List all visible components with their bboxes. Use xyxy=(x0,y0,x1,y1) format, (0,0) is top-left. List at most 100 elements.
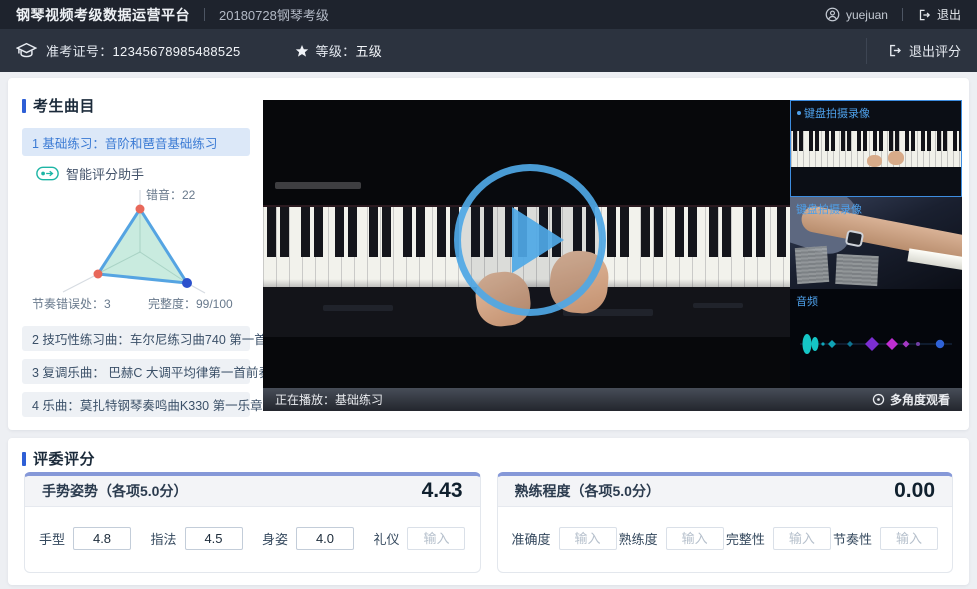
thumbnail-audio[interactable]: 音频 xyxy=(790,289,962,388)
sheet-music-shape xyxy=(795,246,829,284)
level-value: 五级 xyxy=(355,44,382,59)
thumbnail-keyboard-side-view[interactable]: 键盘拍摄录像 xyxy=(790,197,962,289)
judge-scoring-card: 评委评分 手势姿势（各项5.0分） 4.43 手型 指法 xyxy=(8,438,969,585)
score-input-fingering[interactable] xyxy=(185,527,243,550)
score-field-proficiency: 熟练度 xyxy=(619,527,724,550)
exit-scoring-label: 退出评分 xyxy=(909,41,961,60)
audio-waveform xyxy=(798,329,954,359)
logout-icon xyxy=(887,43,902,58)
sheet-music-shape xyxy=(835,254,879,286)
app-title: 钢琴视频考级数据运营平台 xyxy=(16,5,190,25)
score-radar-chart: 错音：22 节奏错误处：3 完整度：99/100 xyxy=(30,188,244,313)
level-text: 等级：五级 xyxy=(316,41,383,60)
toggle-switch-icon xyxy=(36,166,59,181)
camera-thumbnails: 键盘拍摄录像 键盘拍摄录像 xyxy=(790,100,962,388)
field-label: 准确度 xyxy=(512,529,551,548)
now-playing-text: 正在播放：基础练习 xyxy=(275,391,383,408)
song-list-title: 考生曲目 xyxy=(33,95,95,116)
ticket-number-text: 准考证号：12345678985488525 xyxy=(46,41,241,60)
app-window: 钢琴视频考级数据运营平台 20180728钢琴考级 yuejuan 退出 xyxy=(0,0,977,589)
score-input-hand-shape[interactable] xyxy=(73,527,131,550)
wristwatch-shape xyxy=(845,230,865,248)
panel-gesture-posture: 手势姿势（各项5.0分） 4.43 手型 指法 身姿 xyxy=(24,472,481,573)
main-video[interactable] xyxy=(263,100,790,388)
song-item-3[interactable]: 3 复调乐曲： 巴赫C 大调平均律第一首前奏曲 xyxy=(22,359,250,384)
scoring-header: 评委评分 xyxy=(22,448,95,469)
star-icon xyxy=(295,44,309,58)
song-item-1[interactable]: 1 基础练习：音阶和琶音基础练习 xyxy=(22,128,250,156)
thumbnail-label: 音频 xyxy=(796,293,818,309)
score-input-accuracy[interactable] xyxy=(559,527,617,550)
panel-header: 熟练程度（各项5.0分） 0.00 xyxy=(498,476,953,507)
level-label: 等级： xyxy=(316,44,356,59)
panel-header: 手势姿势（各项5.0分） 4.43 xyxy=(25,476,480,507)
thumbnail-label: 键盘拍摄录像 xyxy=(797,105,870,121)
radar-label-completeness: 完整度：99/100 xyxy=(148,295,233,312)
ai-score-assistant-toggle[interactable]: 智能评分助手 xyxy=(36,164,144,183)
divider xyxy=(204,8,205,21)
thumbnail-keyboard-top-view[interactable]: 键盘拍摄录像 xyxy=(790,100,962,197)
multi-angle-button[interactable]: 多角度观看 xyxy=(872,391,950,408)
score-field-hand-shape: 手型 xyxy=(39,527,131,550)
section-accent-bar xyxy=(22,452,26,466)
logout-icon xyxy=(917,8,931,22)
song-list-header: 考生曲目 xyxy=(22,95,95,116)
logout-label: 退出 xyxy=(937,6,961,23)
field-label: 身姿 xyxy=(262,529,288,548)
score-field-etiquette: 礼仪 xyxy=(373,527,465,550)
song-item-2[interactable]: 2 技巧性练习曲：车尔尼练习曲740 第一首 xyxy=(22,326,250,351)
panel-body: 准确度 熟练度 完整性 节奏性 xyxy=(498,507,953,569)
session-title: 20180728钢琴考级 xyxy=(219,5,329,24)
mini-black-keys xyxy=(791,131,961,151)
assistant-label: 智能评分助手 xyxy=(66,164,144,183)
radar-label-rhythm-errors: 节奏错误处：3 xyxy=(32,295,111,312)
video-watermark xyxy=(275,182,361,189)
ticket-label: 准考证号： xyxy=(46,44,113,59)
score-input-posture[interactable] xyxy=(296,527,354,550)
username[interactable]: yuejuan xyxy=(846,8,888,22)
song-item-label: 2 技巧性练习曲：车尔尼练习曲740 第一首 xyxy=(32,329,267,348)
panel-body: 手型 指法 身姿 礼仪 xyxy=(25,507,480,569)
divider xyxy=(902,8,903,21)
top-bar: 钢琴视频考级数据运营平台 20180728钢琴考级 yuejuan 退出 xyxy=(0,0,977,29)
score-input-proficiency[interactable] xyxy=(666,527,724,550)
score-input-rhythm[interactable] xyxy=(880,527,938,550)
score-input-completeness[interactable] xyxy=(773,527,831,550)
panel-title: 熟练程度（各项5.0分） xyxy=(515,481,660,501)
panel-total-score: 4.43 xyxy=(422,479,463,503)
radar-label-wrong-notes: 错音：22 xyxy=(146,186,195,203)
field-label: 手型 xyxy=(39,529,65,548)
score-input-etiquette[interactable] xyxy=(407,527,465,550)
logout-button[interactable]: 退出 xyxy=(917,6,961,23)
song-item-label: 3 复调乐曲： 巴赫C 大调平均律第一首前奏曲 xyxy=(32,362,283,381)
exam-info-bar: 准考证号：12345678985488525 等级：五级 退出评分 xyxy=(0,29,977,72)
mini-hand xyxy=(888,151,904,165)
graduation-cap-icon xyxy=(16,42,37,59)
score-panels: 手势姿势（各项5.0分） 4.43 手型 指法 身姿 xyxy=(24,472,953,573)
video-player: 键盘拍摄录像 键盘拍摄录像 xyxy=(263,100,962,411)
ticket-number: 12345678985488525 xyxy=(113,44,241,59)
panel-total-score: 0.00 xyxy=(894,479,935,503)
section-accent-bar xyxy=(22,99,26,113)
divider xyxy=(866,38,867,64)
player-status-bar: 正在播放：基础练习 多角度观看 xyxy=(263,388,962,411)
song-item-label: 4 乐曲：莫扎特钢琴奏鸣曲K330 第一乐章 xyxy=(32,395,263,414)
field-label: 熟练度 xyxy=(619,529,658,548)
field-label: 指法 xyxy=(150,529,176,548)
score-field-posture: 身姿 xyxy=(262,527,354,550)
exam-playback-card: 考生曲目 1 基础练习：音阶和琶音基础练习 智能评分助手 xyxy=(8,78,969,430)
panel-proficiency: 熟练程度（各项5.0分） 0.00 准确度 熟练度 完整性 xyxy=(497,472,954,573)
play-icon xyxy=(512,207,564,273)
exit-scoring-button[interactable]: 退出评分 xyxy=(887,41,961,60)
selected-dot xyxy=(797,111,801,115)
panel-title: 手势姿势（各项5.0分） xyxy=(42,481,187,501)
user-icon xyxy=(825,7,840,22)
field-label: 礼仪 xyxy=(373,529,399,548)
song-item-4[interactable]: 4 乐曲：莫扎特钢琴奏鸣曲K330 第一乐章 xyxy=(22,392,250,417)
thumbnail-label: 键盘拍摄录像 xyxy=(796,201,862,217)
multi-angle-icon xyxy=(872,393,885,406)
score-field-fingering: 指法 xyxy=(150,527,242,550)
mini-hand xyxy=(867,155,882,167)
scoring-title: 评委评分 xyxy=(33,448,95,469)
field-label: 节奏性 xyxy=(833,529,872,548)
